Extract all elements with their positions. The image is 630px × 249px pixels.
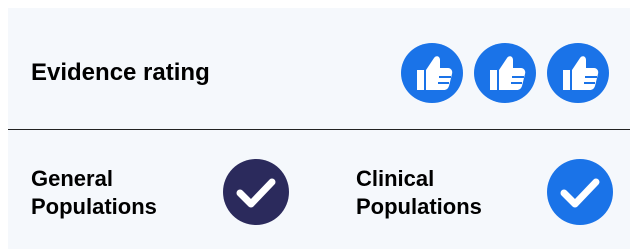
section-divider — [8, 129, 630, 130]
thumbs-up-icon — [472, 41, 538, 105]
evidence-rating-title: Evidence rating — [31, 59, 210, 86]
thumbs-up-icon — [399, 41, 465, 105]
thumbs-up-icon — [545, 41, 611, 105]
general-populations-line1: General — [31, 166, 113, 191]
clinical-populations-line1: Clinical — [356, 166, 435, 191]
clinical-populations-label: Clinical Populations — [356, 165, 482, 221]
check-circle-icon — [222, 158, 290, 226]
general-populations-label: General Populations — [31, 165, 157, 221]
evidence-rating-icons — [399, 41, 618, 105]
general-populations-line2: Populations — [31, 194, 157, 219]
evidence-card: Evidence rating General Populations Clin… — [8, 8, 630, 249]
check-circle-icon — [546, 158, 614, 226]
clinical-populations-line2: Populations — [356, 194, 482, 219]
